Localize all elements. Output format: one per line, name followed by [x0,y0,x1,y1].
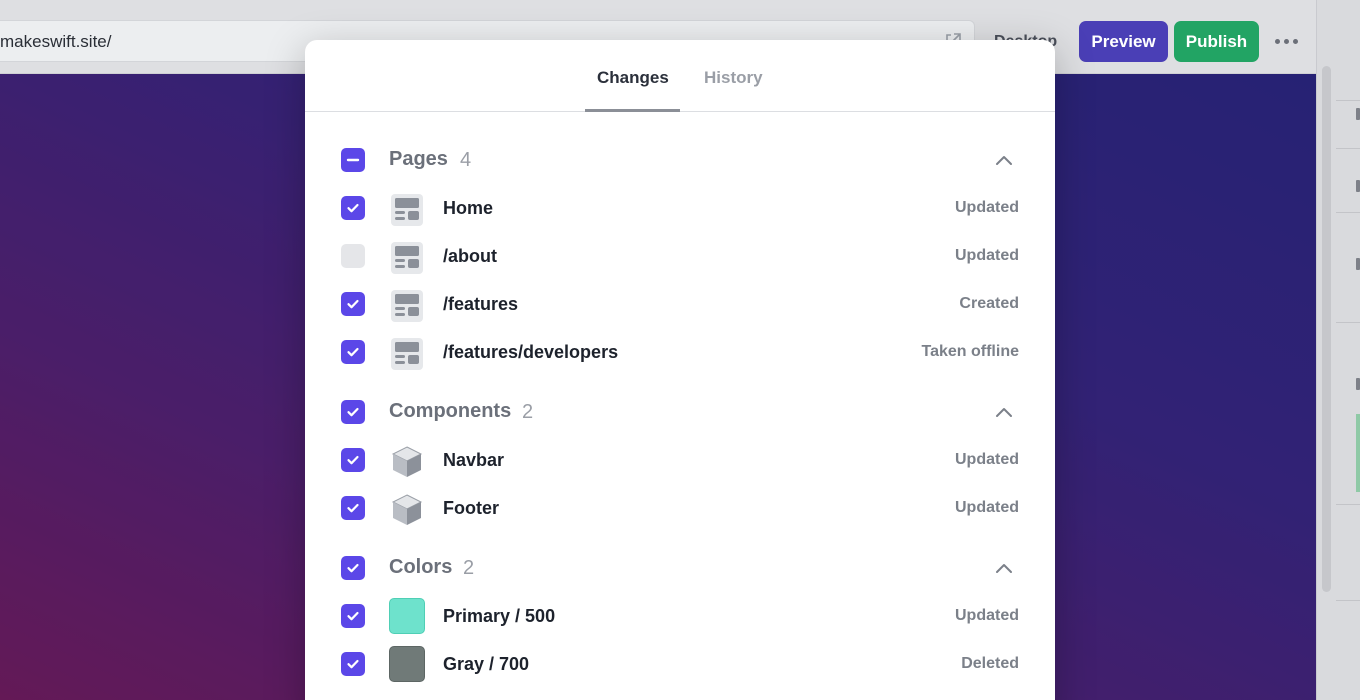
item-label: /about [443,246,497,266]
panel-marker [1356,108,1360,120]
section-title: Pages [389,148,448,170]
item-checkbox[interactable] [341,604,365,628]
list-item[interactable]: Home Updated [305,188,1055,228]
status-label: Deleted [961,655,1019,672]
item-checkbox[interactable] [341,196,365,220]
chevron-up-icon[interactable] [994,403,1014,421]
status-label: Created [959,295,1019,312]
preview-button[interactable]: Preview [1079,21,1168,62]
status-label: Updated [955,199,1019,216]
page-layout-icon [391,194,423,226]
item-label: Primary / 500 [443,606,556,626]
status-label: Updated [955,451,1019,468]
list-item[interactable]: /features Created [305,284,1055,324]
panel-divider [1336,212,1360,213]
item-checkbox[interactable] [341,340,365,364]
item-checkbox[interactable] [341,448,365,472]
panel-marker [1356,180,1360,192]
item-checkbox[interactable] [341,496,365,520]
components-select-checkbox[interactable] [341,400,365,424]
colors-select-checkbox[interactable] [341,556,365,580]
section-components: Components 2 [305,392,1055,432]
item-checkbox[interactable] [341,244,365,268]
item-label: /features/developers [443,342,619,362]
panel-marker [1356,378,1360,390]
publish-button[interactable]: Publish [1174,21,1259,62]
tab-history[interactable]: History [704,68,763,88]
color-swatch [389,646,425,682]
chevron-up-icon[interactable] [994,559,1014,577]
active-tab-indicator [585,109,680,112]
color-swatch [389,598,425,634]
panel-divider [1336,600,1360,601]
list-item[interactable]: Footer Updated [305,488,1055,528]
section-pages: Pages 4 [305,140,1055,180]
more-dots-icon[interactable] [1270,28,1302,54]
item-label: Navbar [443,450,505,470]
item-checkbox[interactable] [341,292,365,316]
page-layout-icon [391,290,423,322]
list-item[interactable]: /about Updated [305,236,1055,276]
list-item[interactable]: Gray / 700 Deleted [305,644,1055,684]
item-label: Home [443,198,494,218]
tab-changes[interactable]: Changes [597,68,669,88]
section-count: 2 [463,557,475,579]
panel-divider [1336,148,1360,149]
list-item[interactable]: Primary / 500 Updated [305,596,1055,636]
section-count: 4 [460,149,472,171]
page-layout-icon [391,242,423,274]
section-title: Components [389,400,512,422]
url-text: makeswift.site/ [0,32,112,51]
panel-marker [1356,258,1360,270]
item-label: Footer [443,498,499,518]
section-count: 2 [522,401,534,423]
item-label: Gray / 700 [443,654,530,674]
panel-divider [1336,322,1360,323]
list-item[interactable]: /features/developers Taken offline [305,332,1055,372]
page-layout-icon [391,338,423,370]
chevron-up-icon[interactable] [994,151,1014,169]
status-label: Updated [955,607,1019,624]
modal-tabs: Changes History [305,40,1055,112]
item-checkbox[interactable] [341,652,365,676]
list-item[interactable]: Navbar Updated [305,440,1055,480]
panel-swatch [1356,414,1360,492]
publish-changes-modal: Changes History Pages 4 Home Updated /ab… [305,40,1055,700]
panel-divider [1336,100,1360,101]
status-label: Updated [955,247,1019,264]
component-cube-icon [391,446,423,477]
scrollbar[interactable] [1322,66,1331,592]
section-title: Colors [389,556,453,578]
item-label: /features [443,294,519,314]
panel-divider [1336,504,1360,505]
status-label: Updated [955,499,1019,516]
component-cube-icon [391,494,423,525]
pages-select-checkbox[interactable] [341,148,365,172]
status-label: Taken offline [921,343,1020,360]
section-colors: Colors 2 [305,548,1055,588]
